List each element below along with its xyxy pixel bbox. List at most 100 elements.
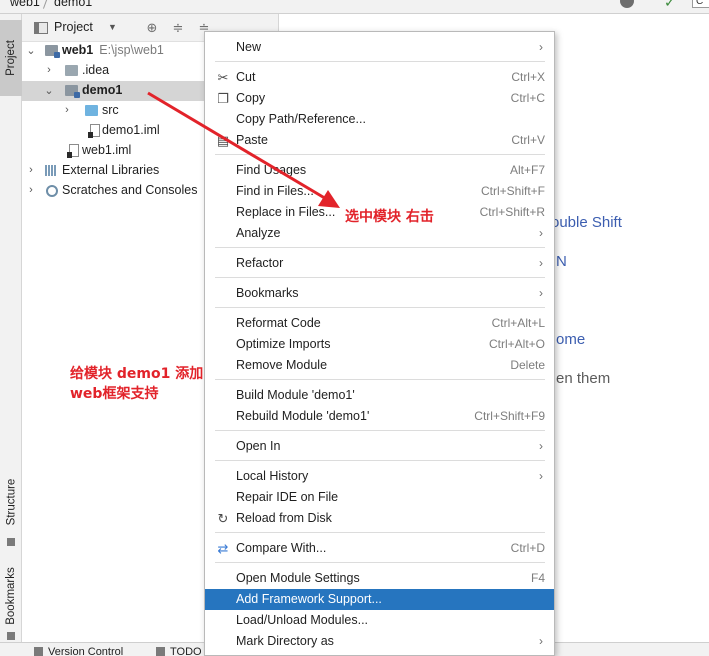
- left-tool-stripe: Project Structure Bookmarks: [0, 14, 22, 656]
- module-folder-icon: [45, 45, 60, 58]
- tool-tab-version-control[interactable]: Version Control: [34, 646, 123, 656]
- tool-tab-structure[interactable]: Structure: [0, 458, 22, 546]
- module-folder-icon: [65, 85, 80, 98]
- menu-item-reload-from-disk[interactable]: ↻ Reload from Disk: [205, 508, 554, 529]
- library-icon: [45, 165, 59, 176]
- menu-shortcut: Alt+F7: [509, 163, 545, 177]
- paste-icon: ▤: [216, 133, 230, 148]
- menu-item-local-history[interactable]: Local History ›: [205, 466, 554, 487]
- menu-item-remove-module[interactable]: Remove Module Delete: [205, 355, 554, 376]
- context-menu: New › ✂ Cut Ctrl+X ❐ Copy Ctrl+C Copy Path/Re…: [204, 31, 555, 656]
- chevron-right-icon: ›: [539, 40, 543, 54]
- tree-path: E:\jsp\web1: [99, 43, 164, 57]
- menu-item-open-in[interactable]: Open In ›: [205, 436, 554, 457]
- menu-item-paste[interactable]: ▤ Paste Ctrl+V: [205, 130, 554, 151]
- tree-label: .idea: [82, 63, 110, 77]
- menu-item-analyze[interactable]: Analyze ›: [205, 223, 554, 244]
- iml-file-icon: [67, 144, 79, 158]
- menu-item-find-usages[interactable]: Find Usages Alt+F7: [205, 160, 554, 181]
- hint-goto-file: N: [556, 253, 567, 270]
- expand-all-icon[interactable]: ≑: [170, 20, 186, 36]
- chevron-right-icon[interactable]: ›: [44, 64, 54, 76]
- run-config-selector[interactable]: C: [692, 0, 709, 8]
- breadcrumb-project[interactable]: web1: [10, 0, 40, 9]
- menu-label: Optimize Imports: [236, 337, 331, 351]
- todo-icon: [156, 647, 165, 656]
- chevron-right-icon: ›: [539, 226, 543, 240]
- menu-item-find-in-files[interactable]: Find in Files... Ctrl+Shift+F: [205, 181, 554, 202]
- navigation-bar: web1 demo1 ✓ C: [0, 0, 709, 14]
- menu-separator: [215, 562, 545, 563]
- menu-label: Rebuild Module 'demo1': [236, 409, 370, 423]
- locate-icon[interactable]: ⊕: [144, 20, 160, 36]
- hint-navigation-bar: ome: [556, 331, 586, 348]
- menu-item-repair-ide[interactable]: Repair IDE on File: [205, 487, 554, 508]
- check-icon[interactable]: ✓: [664, 0, 676, 11]
- menu-item-copy[interactable]: ❐ Copy Ctrl+C: [205, 88, 554, 109]
- menu-label: Reload from Disk: [236, 511, 332, 525]
- menu-shortcut: F4: [530, 571, 545, 585]
- menu-shortcut: Ctrl+Shift+F: [480, 184, 545, 198]
- menu-item-reformat-code[interactable]: Reformat Code Ctrl+Alt+L: [205, 313, 554, 334]
- bookmark-icon: [7, 632, 15, 640]
- menu-label: Find Usages: [236, 163, 307, 177]
- breadcrumb-separator: [42, 0, 49, 9]
- user-icon[interactable]: [620, 0, 634, 8]
- tool-tab-project-label: Project: [5, 40, 18, 76]
- annotation-select-right-click: 选中模块 右击: [345, 209, 434, 225]
- tree-label: web1 E:\jsp\web1: [62, 43, 164, 57]
- menu-label: Find in Files...: [236, 184, 314, 198]
- scratches-icon: [46, 185, 58, 197]
- menu-label: Replace in Files...: [236, 205, 336, 219]
- menu-item-build-module[interactable]: Build Module 'demo1': [205, 385, 554, 406]
- menu-item-mark-directory-as[interactable]: Mark Directory as ›: [205, 631, 554, 652]
- chevron-right-icon[interactable]: ›: [26, 164, 36, 176]
- folder-icon: [65, 65, 78, 76]
- menu-separator: [215, 247, 545, 248]
- menu-separator: [215, 430, 545, 431]
- chevron-down-icon[interactable]: ⌄: [26, 44, 36, 57]
- tool-tab-label: Version Control: [48, 646, 124, 656]
- tree-label: Scratches and Consoles: [62, 183, 198, 197]
- chevron-right-icon[interactable]: ›: [26, 184, 36, 196]
- menu-label: Open In: [236, 439, 281, 453]
- menu-label: Bookmarks: [236, 286, 299, 300]
- tool-tab-project[interactable]: Project: [0, 20, 22, 96]
- menu-label: Refactor: [236, 256, 284, 270]
- menu-shortcut: Ctrl+C: [510, 91, 545, 105]
- breadcrumb-module[interactable]: demo1: [54, 0, 92, 9]
- panel-title[interactable]: Project: [54, 20, 93, 34]
- menu-item-rebuild-module[interactable]: Rebuild Module 'demo1' Ctrl+Shift+F9: [205, 406, 554, 427]
- menu-label: Compare With...: [236, 541, 327, 555]
- menu-separator: [215, 460, 545, 461]
- menu-separator: [215, 277, 545, 278]
- menu-separator: [215, 532, 545, 533]
- chevron-down-icon[interactable]: ▼: [108, 22, 117, 32]
- menu-item-copy-path[interactable]: Copy Path/Reference...: [205, 109, 554, 130]
- iml-file-icon: [88, 124, 100, 138]
- tool-tab-bookmarks[interactable]: Bookmarks: [0, 550, 22, 642]
- hint-search-everywhere: ouble Shift: [551, 214, 622, 231]
- chevron-down-icon[interactable]: ⌄: [44, 84, 54, 97]
- tool-tab-todo[interactable]: TODO: [156, 646, 202, 656]
- menu-label: Local History: [236, 469, 309, 483]
- chevron-right-icon: ›: [539, 286, 543, 300]
- menu-item-load-unload-modules[interactable]: Load/Unload Modules...: [205, 610, 554, 631]
- menu-label: Open Module Settings: [236, 571, 360, 585]
- menu-item-optimize-imports[interactable]: Optimize Imports Ctrl+Alt+O: [205, 334, 554, 355]
- menu-item-new[interactable]: New ›: [205, 37, 554, 58]
- menu-item-refactor[interactable]: Refactor ›: [205, 253, 554, 274]
- menu-item-compare-with[interactable]: ⇄ Compare With... Ctrl+D: [205, 538, 554, 559]
- menu-label: Reformat Code: [236, 316, 321, 330]
- menu-item-open-module-settings[interactable]: Open Module Settings F4: [205, 568, 554, 589]
- tree-label: demo1: [82, 83, 123, 97]
- chevron-right-icon: ›: [539, 256, 543, 270]
- menu-label: Add Framework Support...: [236, 592, 382, 606]
- menu-item-cut[interactable]: ✂ Cut Ctrl+X: [205, 67, 554, 88]
- menu-shortcut: Ctrl+V: [511, 133, 545, 147]
- menu-item-add-framework-support[interactable]: Add Framework Support...: [205, 589, 554, 610]
- chevron-right-icon[interactable]: ›: [62, 104, 72, 116]
- menu-shortcut: Ctrl+D: [510, 541, 545, 555]
- menu-item-bookmarks[interactable]: Bookmarks ›: [205, 283, 554, 304]
- annotation-add-web-line2: web框架支持: [70, 386, 159, 402]
